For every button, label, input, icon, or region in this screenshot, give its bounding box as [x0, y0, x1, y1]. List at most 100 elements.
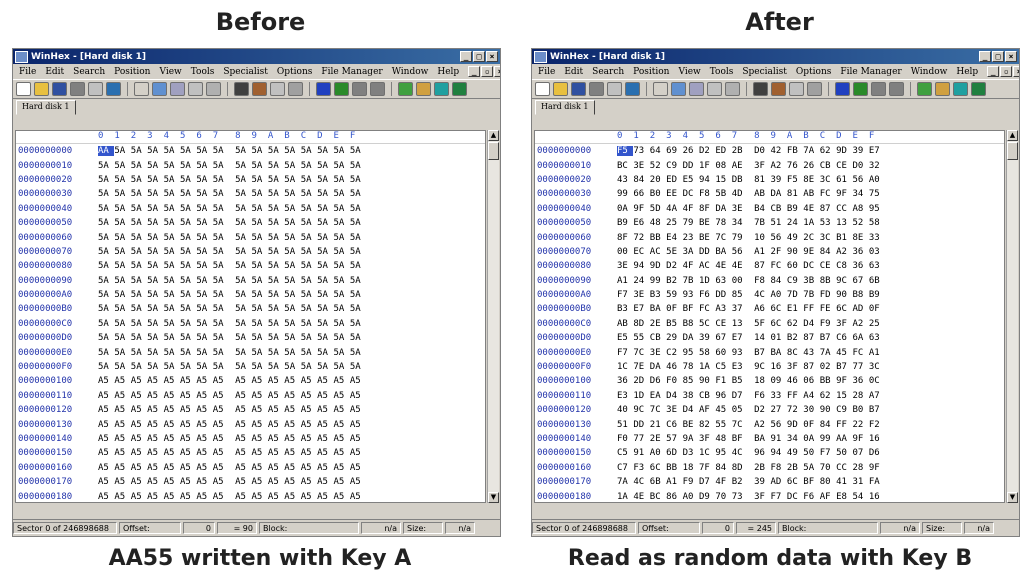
hex-byte[interactable]: 4E	[732, 261, 748, 271]
replace-hex-icon[interactable]	[807, 82, 822, 96]
hex-byte[interactable]: 79	[732, 233, 748, 243]
hex-byte[interactable]: B0	[852, 405, 868, 415]
hex-byte[interactable]: 5A	[235, 348, 251, 358]
hex-byte[interactable]: 5A	[98, 304, 114, 314]
hex-byte[interactable]: 5A	[114, 276, 130, 286]
hex-byte[interactable]: A1	[617, 276, 633, 286]
hex-byte[interactable]: AF	[820, 492, 836, 502]
hex-byte[interactable]: 95	[715, 448, 731, 458]
hex-byte[interactable]: 5A	[164, 161, 180, 171]
hex-byte[interactable]: 32	[869, 161, 885, 171]
hex-byte[interactable]: 5A	[317, 362, 333, 372]
hex-byte[interactable]: 5A	[333, 290, 349, 300]
hex-byte[interactable]: A5	[317, 420, 333, 430]
hex-byte[interactable]: 5A	[213, 348, 229, 358]
hex-byte[interactable]: 5A	[98, 175, 114, 185]
hex-byte[interactable]: AE	[732, 161, 748, 171]
hex-byte[interactable]: 5A	[180, 319, 196, 329]
hex-byte[interactable]: 5A	[350, 233, 366, 243]
hex-byte[interactable]: 96	[715, 391, 731, 401]
hex-byte[interactable]: A5	[333, 463, 349, 473]
hex-byte[interactable]: A5	[350, 405, 366, 415]
hex-byte[interactable]: B2	[732, 477, 748, 487]
hex-byte[interactable]: CB	[699, 391, 715, 401]
hex-byte[interactable]: 5A	[350, 261, 366, 271]
hex-byte[interactable]: 5A	[98, 290, 114, 300]
hex-byte[interactable]: A5	[213, 434, 229, 444]
calculator-icon[interactable]	[398, 82, 413, 96]
hash-icon[interactable]	[416, 82, 431, 96]
hex-byte[interactable]: A5	[213, 477, 229, 487]
hex-byte[interactable]: 5A	[213, 204, 229, 214]
hex-byte[interactable]: 9D	[650, 261, 666, 271]
hex-byte[interactable]: 5A	[180, 362, 196, 372]
hex-byte[interactable]: 1C	[617, 362, 633, 372]
hex-byte[interactable]: ED	[715, 146, 731, 156]
hex-byte[interactable]: F2	[869, 420, 885, 430]
hex-byte[interactable]: A5	[196, 391, 212, 401]
hex-byte[interactable]: 5A	[317, 233, 333, 243]
hex-byte[interactable]: 6C	[771, 319, 787, 329]
hex-byte[interactable]: AA	[98, 146, 115, 157]
hex-byte[interactable]: 5A	[333, 247, 349, 257]
hex-byte[interactable]: A5	[180, 434, 196, 444]
hex-byte[interactable]: 5A	[131, 362, 147, 372]
hex-byte[interactable]: 5A	[301, 175, 317, 185]
hex-byte[interactable]: A5	[114, 492, 130, 502]
hex-byte[interactable]: A5	[147, 391, 163, 401]
hex-byte[interactable]: 5A	[301, 233, 317, 243]
hex-byte[interactable]: 56	[771, 420, 787, 430]
hex-byte[interactable]: A5	[98, 420, 114, 430]
hex-byte[interactable]: 3F	[754, 161, 770, 171]
hex-byte[interactable]: A5	[235, 391, 251, 401]
hex-byte[interactable]: 5A	[333, 304, 349, 314]
hex-byte[interactable]: CE	[836, 161, 852, 171]
hex-byte[interactable]: 4D	[732, 189, 748, 199]
hex-byte[interactable]: A0	[650, 448, 666, 458]
hex-byte[interactable]: A5	[235, 492, 251, 502]
hex-byte[interactable]: F8	[754, 276, 770, 286]
write-icon[interactable]	[206, 82, 221, 96]
hex-byte[interactable]: 55	[715, 420, 731, 430]
hex-byte[interactable]: 5A	[268, 146, 284, 156]
hex-byte[interactable]: 3F	[754, 492, 770, 502]
hex-byte[interactable]: 5C	[699, 319, 715, 329]
hex-byte[interactable]: 3F	[699, 434, 715, 444]
hex-byte[interactable]: 1F	[699, 161, 715, 171]
hex-byte[interactable]: B8	[852, 290, 868, 300]
hex-byte[interactable]: A5	[268, 434, 284, 444]
hex-byte[interactable]: 07	[852, 448, 868, 458]
hex-byte[interactable]: 5A	[147, 362, 163, 372]
replace-hex-icon[interactable]	[288, 82, 303, 96]
hex-byte[interactable]: 5A	[235, 204, 251, 214]
hex-byte[interactable]: 5A	[180, 333, 196, 343]
hex-byte[interactable]: 1A	[803, 218, 819, 228]
hex-byte[interactable]: 18	[754, 376, 770, 386]
hex-byte[interactable]: 9D	[836, 146, 852, 156]
hex-byte[interactable]: 57	[666, 434, 682, 444]
hex-byte[interactable]: 5A	[268, 362, 284, 372]
hex-byte[interactable]: 63	[869, 261, 885, 271]
forward-icon[interactable]	[889, 82, 904, 96]
hex-byte[interactable]: 5A	[252, 333, 268, 343]
scroll-up-arrow[interactable]: ▲	[1007, 130, 1018, 141]
hex-byte[interactable]: AB	[754, 189, 770, 199]
hex-byte[interactable]: 9F	[633, 204, 649, 214]
hex-byte[interactable]: 5A	[196, 290, 212, 300]
hex-byte[interactable]: CB	[820, 161, 836, 171]
hex-byte[interactable]: A5	[164, 391, 180, 401]
hex-byte[interactable]: 96	[754, 448, 770, 458]
hex-byte[interactable]: 5A	[164, 204, 180, 214]
hex-byte[interactable]: 39	[699, 333, 715, 343]
hex-byte[interactable]: A5	[268, 405, 284, 415]
hex-byte[interactable]: 24	[633, 276, 649, 286]
hex-byte[interactable]: A5	[213, 448, 229, 458]
hex-byte[interactable]: 5A	[131, 333, 147, 343]
hex-byte[interactable]: BB	[650, 233, 666, 243]
hex-byte[interactable]: FF	[787, 391, 803, 401]
hex-byte[interactable]: F6	[699, 290, 715, 300]
hex-byte[interactable]: A5	[268, 391, 284, 401]
hex-byte[interactable]: A5	[284, 434, 300, 444]
hex-byte[interactable]: CB	[771, 204, 787, 214]
hex-byte[interactable]: 5A	[350, 204, 366, 214]
